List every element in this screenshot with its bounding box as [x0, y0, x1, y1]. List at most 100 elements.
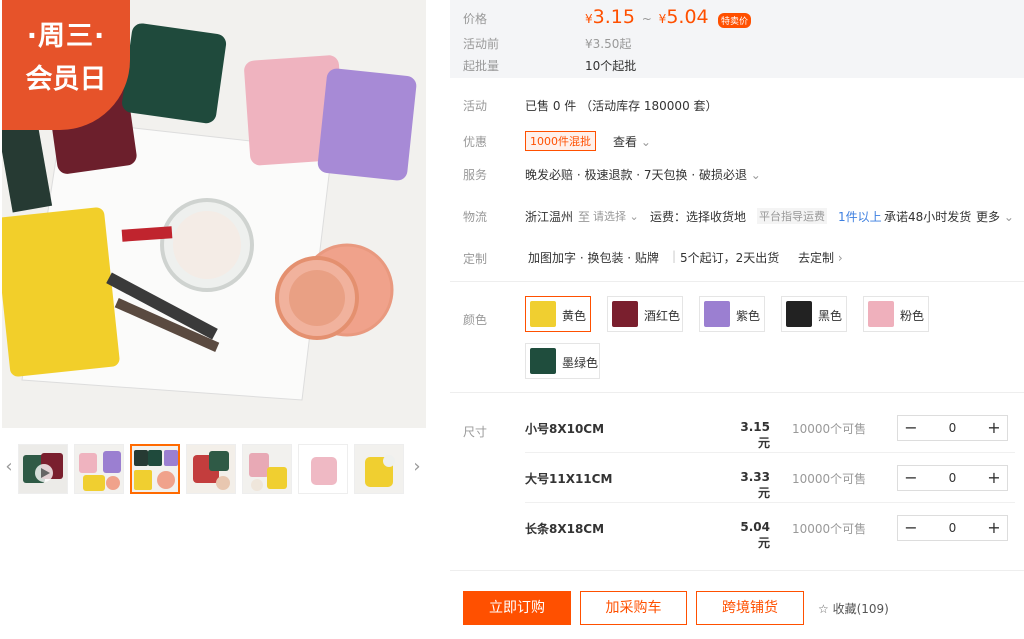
increment-button[interactable]: +: [981, 466, 1007, 490]
freight-text: 运费：选择收货地: [650, 210, 747, 224]
size-row: 长条8X18CM 5.04元 10000个可售 − 0 +: [525, 503, 1015, 553]
go-customize-link[interactable]: 去定制 ›: [798, 249, 843, 266]
view-discount-link[interactable]: 查看 ⌄: [613, 133, 651, 150]
activity-value: 已售 0 件 （活动库存 180000 套）: [525, 99, 718, 113]
pre-activity-price: ¥3.50起: [585, 37, 632, 51]
activity-label: 活动: [463, 99, 488, 113]
increment-button[interactable]: +: [981, 416, 1007, 440]
color-option-black[interactable]: 黑色: [781, 296, 847, 332]
favorite-button[interactable]: ☆ 收藏(109): [818, 600, 889, 617]
size-stock: 10000个可售: [792, 472, 867, 486]
color-option-purple[interactable]: 紫色: [699, 296, 765, 332]
product-info-panel: 价格 ¥3.15 ~ ¥5.04 特卖价 活动前 ¥3.50起 起批量 10个起…: [450, 0, 1024, 639]
size-row: 小号8X10CM 3.15元 10000个可售 − 0 +: [525, 403, 1015, 453]
custom-divider: |: [672, 249, 677, 263]
star-icon: ☆: [818, 602, 829, 616]
product-gallery: ·周三· 会员日 ‹ ›: [0, 0, 440, 639]
quantity-stepper: − 0 +: [897, 415, 1008, 441]
thumbnail-strip: ‹ ›: [0, 442, 430, 496]
logistics-to: 至: [578, 210, 591, 224]
special-price-tag: 特卖价: [718, 13, 752, 28]
divider: [450, 392, 1024, 393]
color-name: 酒红色: [644, 309, 681, 323]
more-label: 更多: [976, 210, 1001, 224]
color-swatch: [868, 301, 894, 327]
size-price: 3.33元: [740, 470, 770, 500]
thumbnail[interactable]: [18, 444, 68, 494]
color-name: 紫色: [736, 309, 761, 323]
promo-badge-line2: 会员日: [25, 64, 107, 95]
color-option-yellow[interactable]: 黄色: [525, 296, 591, 332]
color-option-pink[interactable]: 粉色: [863, 296, 929, 332]
increment-button[interactable]: +: [981, 516, 1007, 540]
add-to-cart-button[interactable]: 加采购车: [580, 591, 687, 625]
quantity-input[interactable]: 0: [924, 516, 981, 540]
thumbnail-active[interactable]: [130, 444, 180, 494]
min-batch-value: 10个起批: [585, 59, 637, 73]
service-value[interactable]: 晚发必赔 · 极速退款 · 7天包换 · 破损必退 ⌄: [525, 166, 761, 183]
destination-placeholder: 请选择: [593, 210, 626, 223]
custom-moq: 5个起订，2天出货: [680, 251, 780, 265]
quantity-input[interactable]: 0: [924, 416, 981, 440]
service-text: 晚发必赔 · 极速退款 · 7天包换 · 破损必退: [525, 168, 747, 182]
thumbnail[interactable]: [242, 444, 292, 494]
chevron-down-icon: ⌄: [750, 168, 761, 182]
view-discount-label: 查看: [613, 135, 638, 149]
quantity-stepper: − 0 +: [897, 465, 1008, 491]
pre-activity-label: 活动前: [463, 37, 500, 51]
color-name: 黑色: [818, 309, 843, 323]
chevron-left-icon[interactable]: ‹: [2, 452, 16, 482]
size-price: 5.04元: [740, 520, 770, 550]
color-swatch: [530, 301, 556, 327]
color-name: 黄色: [562, 309, 587, 323]
color-swatch: [704, 301, 730, 327]
service-label: 服务: [463, 168, 488, 182]
decrement-button[interactable]: −: [898, 516, 924, 540]
buy-now-button[interactable]: 立即订购: [463, 591, 571, 625]
chevron-down-icon: ⌄: [1003, 210, 1014, 224]
size-name: 大号11X11CM: [525, 472, 613, 486]
logistics-origin: 浙江温州: [525, 210, 574, 224]
decrement-button[interactable]: −: [898, 466, 924, 490]
thumbnail[interactable]: [186, 444, 236, 494]
size-row: 大号11X11CM 3.33元 10000个可售 − 0 +: [525, 453, 1015, 503]
custom-label: 定制: [463, 252, 488, 266]
thumbnail[interactable]: [74, 444, 124, 494]
thumbnail[interactable]: [298, 444, 348, 494]
color-option-dark-green[interactable]: 墨绿色: [525, 343, 600, 379]
favorite-label: 收藏(109): [832, 602, 889, 616]
cross-border-button[interactable]: 跨境铺货: [696, 591, 804, 625]
discount-label: 优惠: [463, 135, 488, 149]
size-name: 长条8X18CM: [525, 522, 605, 536]
color-swatch: [786, 301, 812, 327]
color-label: 颜色: [463, 313, 488, 327]
min-batch-label: 起批量: [463, 59, 500, 73]
color-swatch: [612, 301, 638, 327]
platform-freight: 平台指导运费: [757, 208, 827, 224]
price-low: 3.15: [592, 6, 635, 28]
color-swatch: [530, 348, 556, 374]
thumbnail[interactable]: [354, 444, 404, 494]
price-box: 价格 ¥3.15 ~ ¥5.04 特卖价 活动前 ¥3.50起 起批量 10个起…: [450, 0, 1024, 78]
color-name: 粉色: [900, 309, 925, 323]
chevron-right-icon[interactable]: ›: [410, 452, 424, 482]
divider: [450, 281, 1024, 282]
ship-promise: 承诺48小时发货: [884, 210, 972, 224]
decrement-button[interactable]: −: [898, 416, 924, 440]
size-name: 小号8X10CM: [525, 422, 605, 436]
size-label: 尺寸: [463, 425, 488, 439]
destination-select[interactable]: 请选择 ⌄: [593, 208, 639, 224]
chevron-down-icon: ⌄: [629, 210, 639, 223]
qty-threshold: 1件以上: [838, 210, 882, 224]
custom-options: 加图加字 · 换包装 · 贴牌: [528, 251, 659, 265]
main-product-image[interactable]: ·周三· 会员日: [2, 0, 426, 428]
price-high: 5.04: [666, 6, 709, 28]
price-range: ¥3.15 ~ ¥5.04: [585, 6, 709, 28]
go-customize-label: 去定制: [798, 251, 835, 265]
chevron-right-icon: ›: [837, 251, 843, 265]
quantity-input[interactable]: 0: [924, 466, 981, 490]
logistics-label: 物流: [463, 210, 488, 224]
more-logistics-button[interactable]: 更多 ⌄: [976, 208, 1014, 225]
color-option-wine-red[interactable]: 酒红色: [607, 296, 683, 332]
color-name: 墨绿色: [562, 356, 599, 370]
